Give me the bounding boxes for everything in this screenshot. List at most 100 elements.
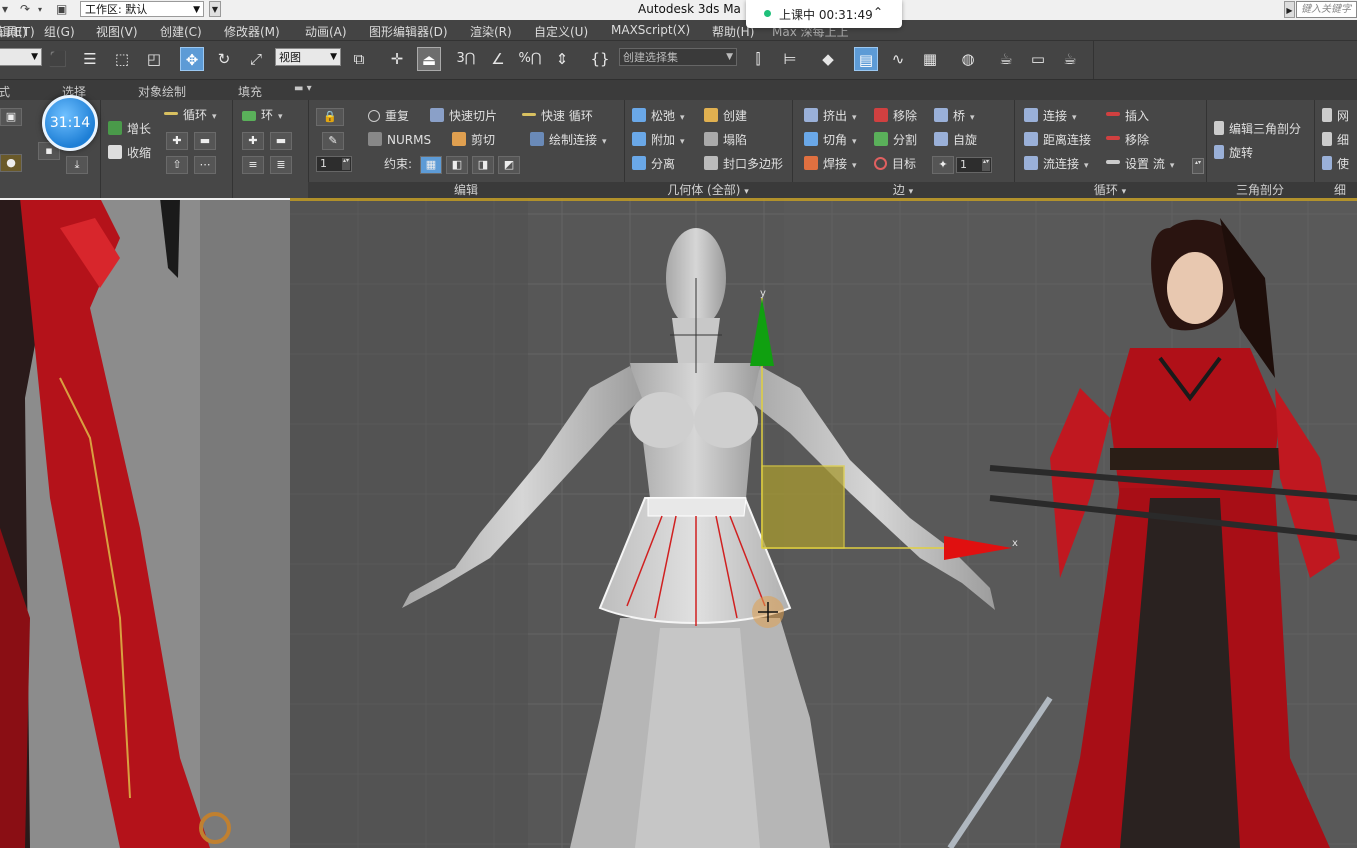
viewport-scene[interactable]: y x — [290, 198, 1357, 848]
constraint-edge-icon[interactable]: ◧ — [446, 156, 468, 174]
workspace-dropdown[interactable]: 工作区: 默认 ▼ — [80, 1, 204, 17]
remove-loop-button[interactable]: 移除 — [1106, 131, 1149, 149]
constraint-normal-icon[interactable]: ◩ — [498, 156, 520, 174]
detach-button[interactable]: 分离 — [632, 155, 675, 173]
flow-connect-button[interactable]: 流连接 ▾ — [1024, 155, 1089, 173]
tab-populate[interactable]: 填充 — [238, 83, 262, 100]
menu-rendering[interactable]: 渲染(R) — [470, 23, 512, 40]
tab-modeling[interactable]: 式 — [0, 83, 10, 100]
timer-badge[interactable]: 31:14 — [42, 95, 98, 151]
perspective-viewport[interactable]: y x — [290, 198, 1357, 848]
loop-button[interactable]: 循环 ▾ — [164, 106, 217, 124]
ring-select-icon[interactable]: ≣ — [270, 156, 292, 174]
search-input[interactable]: 键入关键字 — [1296, 1, 1357, 18]
scene-explorer-icon[interactable]: ▤ — [854, 47, 878, 71]
rectangle-selection-icon[interactable]: ⬚ — [110, 47, 134, 71]
distance-connect-button[interactable]: 距离连接 — [1024, 131, 1091, 149]
angle-snap-icon[interactable]: ∠ — [486, 47, 510, 71]
set-flow-button[interactable]: 设置 流 ▾ — [1106, 155, 1174, 173]
menu-modifiers[interactable]: 修改器(M) — [224, 23, 280, 40]
ring-shift-icon[interactable]: ≡ — [242, 156, 264, 174]
rendered-frame-icon[interactable]: ▭ — [1026, 47, 1050, 71]
insert-loop-button[interactable]: 插入 — [1106, 107, 1149, 125]
constraint-face-icon[interactable]: ◨ — [472, 156, 494, 174]
render-teapot-icon[interactable]: ☕ — [1058, 47, 1082, 71]
paint-connect-button[interactable]: 绘制连接 ▾ — [530, 131, 607, 149]
menu-graph-editors[interactable]: 图形编辑器(D) — [369, 23, 448, 40]
ribbon-options-icon[interactable]: ▬ ▾ — [294, 83, 312, 94]
select-scale-icon[interactable]: ⤢ — [244, 47, 268, 71]
snap-3d-icon[interactable]: 3⋂ — [454, 47, 478, 71]
workspace-menu-button[interactable]: ▼ — [209, 1, 221, 17]
project-folder-icon[interactable]: ▣ — [56, 2, 67, 16]
create-button[interactable]: 创建 — [704, 107, 747, 125]
mesh-smooth-button[interactable]: 网 — [1322, 107, 1349, 125]
quick-access-dropdown[interactable]: ▾ — [2, 2, 8, 16]
edit-named-selection-icon[interactable]: {} — [588, 47, 612, 71]
remove-edge-button[interactable]: 移除 — [874, 107, 917, 125]
edit-triangulation-button[interactable]: 编辑三角剖分 — [1214, 120, 1301, 138]
select-move-icon[interactable]: ✥ — [180, 47, 204, 71]
weld-button[interactable]: 焊接 ▾ — [804, 155, 857, 173]
chamfer-button[interactable]: 切角 ▾ — [804, 131, 857, 149]
loop-shift-icon[interactable]: ⇧ — [166, 156, 188, 174]
relax-button[interactable]: 松弛 ▾ — [632, 107, 685, 125]
connect-button[interactable]: 连接 ▾ — [1024, 107, 1077, 125]
quick-loop-button[interactable]: 快速 循环 — [522, 107, 593, 125]
curve-editor-icon[interactable]: ∿ — [886, 47, 910, 71]
menu-group[interactable]: 组(G) — [44, 23, 75, 40]
target-weld-button[interactable]: 目标 — [874, 155, 916, 173]
group-loops-label[interactable]: 循环 ▾ — [1014, 182, 1206, 198]
redo-icon[interactable]: ↷ — [20, 2, 30, 16]
select-manipulate-icon[interactable]: ✛ — [385, 47, 409, 71]
selection-filter-dropdown[interactable]: ▼ — [0, 48, 42, 66]
window-crossing-icon[interactable]: ◰ — [142, 47, 166, 71]
menu-maxscript[interactable]: MAXScript(X) — [611, 23, 690, 37]
search-arrow-button[interactable]: ▶ — [1284, 1, 1295, 18]
group-edges-label[interactable]: 边 ▾ — [792, 182, 1014, 198]
edit-spinner[interactable]: 1 ▴▾ — [316, 156, 352, 172]
turn-button[interactable]: 旋转 — [1214, 144, 1253, 162]
menu-tools[interactable]: 工具(T) — [0, 23, 35, 40]
menu-view[interactable]: 视图(V) — [96, 23, 138, 40]
select-rotate-icon[interactable]: ↻ — [212, 47, 236, 71]
menu-create[interactable]: 创建(C) — [160, 23, 202, 40]
ring-plus-icon[interactable]: ✚ — [242, 132, 264, 150]
flow-spinner-arrows[interactable]: ▴▾ — [1192, 158, 1204, 174]
redo-dropdown-icon[interactable]: ▾ — [38, 5, 42, 14]
mirror-icon[interactable]: ⫿ — [746, 47, 770, 71]
layer-explorer-icon[interactable]: ◆ — [816, 47, 840, 71]
loop-plus-icon[interactable]: ✚ — [166, 132, 188, 150]
edges-spinner[interactable]: 1 ▴▾ — [956, 157, 992, 173]
material-editor-icon[interactable]: ◍ — [956, 47, 980, 71]
bridge-button[interactable]: 桥 ▾ — [934, 107, 975, 125]
spinner-arrows-icon[interactable]: ▴▾ — [342, 158, 350, 170]
select-by-name-icon[interactable]: ☰ — [78, 47, 102, 71]
attach-button[interactable]: 附加 ▾ — [632, 131, 685, 149]
repeat-button[interactable]: 重复 — [368, 107, 409, 125]
tab-object-paint[interactable]: 对象绘制 — [138, 83, 186, 100]
class-status-pill[interactable]: 上课中 00:31:49 ⌃ — [746, 0, 902, 28]
render-setup-icon[interactable]: ☕ — [994, 47, 1018, 71]
spin-button[interactable]: 自旋 — [934, 131, 977, 149]
cut-button[interactable]: 剪切 — [452, 131, 495, 149]
nurms-button[interactable]: NURMS — [368, 131, 431, 149]
named-selection-dropdown[interactable]: 创建选择集 ▼ — [619, 48, 737, 66]
menu-animation[interactable]: 动画(A) — [305, 23, 347, 40]
xy-plane-handle[interactable] — [761, 465, 845, 549]
extrude-button[interactable]: 挤出 ▾ — [804, 107, 857, 125]
pivot-center-icon[interactable]: ⧉ — [347, 47, 371, 71]
shrink-button[interactable]: 收缩 — [108, 144, 151, 162]
keyboard-shortcut-override-icon[interactable]: ⏏ — [417, 47, 441, 71]
reference-coordinate-dropdown[interactable]: 视图 ▼ — [275, 48, 341, 66]
preserve-uvs-icon[interactable]: 🔒 — [316, 108, 344, 126]
select-object-icon[interactable]: ⬛ — [46, 47, 70, 71]
align-icon[interactable]: ⊨ — [778, 47, 802, 71]
spinner-snap-icon[interactable]: ⇕ — [550, 47, 574, 71]
grow-button[interactable]: 增长 — [108, 120, 151, 138]
percent-snap-icon[interactable]: %⋂ — [518, 47, 542, 71]
menu-customize[interactable]: 自定义(U) — [534, 23, 588, 40]
collapse-button[interactable]: 塌陷 — [704, 131, 747, 149]
loop-minus-icon[interactable]: ▬ — [194, 132, 216, 150]
quick-slice-button[interactable]: 快速切片 — [430, 107, 497, 125]
